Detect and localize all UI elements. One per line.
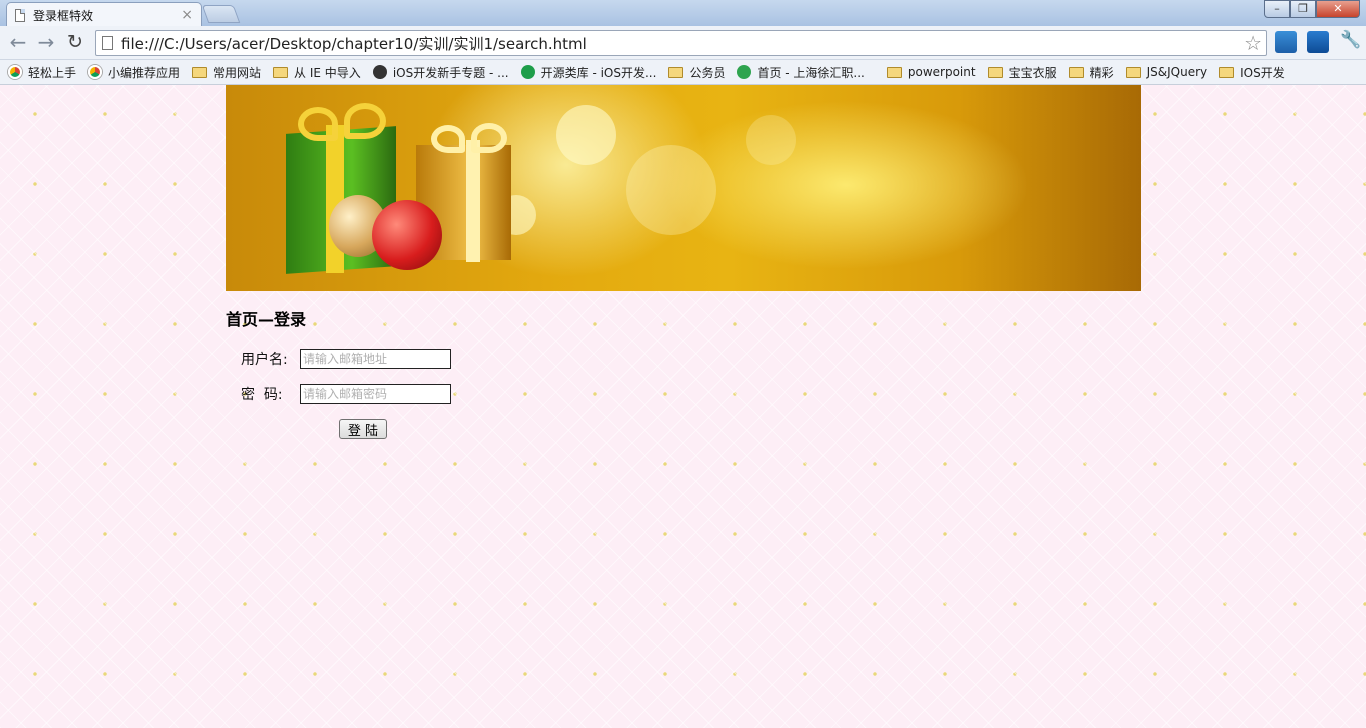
- tab-close-icon[interactable]: ×: [181, 8, 193, 22]
- folder-icon: [668, 66, 684, 78]
- gift-bow: [471, 123, 507, 153]
- bookmark-item[interactable]: 首页 - 上海徐汇职...: [737, 64, 865, 81]
- bookmark-folder[interactable]: 宝宝衣服: [987, 64, 1057, 81]
- forward-arrow-icon[interactable]: →: [34, 30, 58, 54]
- bookmark-star-icon[interactable]: ☆: [1244, 31, 1262, 55]
- browser-toolbar: ← → ↻ file:///C:/Users/acer/Desktop/chap…: [0, 26, 1366, 60]
- password-label: 密 码:: [241, 387, 283, 403]
- extension-translate-icon[interactable]: [1307, 31, 1329, 53]
- github-icon: [372, 65, 387, 79]
- window-titlebar: 登录框特效 × – ❐ ✕: [0, 0, 1366, 27]
- page-title: 首页—登录: [226, 310, 307, 329]
- chrome-icon: [88, 65, 103, 79]
- bookmark-folder[interactable]: JS&JQuery: [1125, 65, 1207, 79]
- bookmark-folder[interactable]: IOS开发: [1219, 64, 1285, 81]
- password-row: 密 码:: [241, 384, 451, 404]
- new-tab-button[interactable]: [201, 5, 241, 23]
- gift-bow: [298, 107, 338, 141]
- folder-icon: [273, 66, 289, 78]
- address-bar[interactable]: file:///C:/Users/acer/Desktop/chapter10/…: [95, 30, 1267, 56]
- bookmark-item[interactable]: 轻松上手: [8, 64, 76, 81]
- bookmark-item[interactable]: iOS开发新手专题 - ...: [372, 64, 509, 81]
- bookmark-folder[interactable]: 精彩: [1068, 64, 1114, 81]
- bookmark-folder[interactable]: 从 IE 中导入: [273, 64, 361, 81]
- red-ornament: [372, 200, 442, 270]
- username-input[interactable]: [300, 349, 451, 369]
- bookmark-folder[interactable]: 公务员: [668, 64, 725, 81]
- bookmark-folder[interactable]: powerpoint: [886, 65, 976, 79]
- window-controls: – ❐ ✕: [1264, 0, 1360, 18]
- bookmark-folder[interactable]: 常用网站: [192, 64, 261, 81]
- chrome-icon: [8, 65, 22, 79]
- page-icon: [102, 36, 113, 50]
- bokeh-light: [556, 105, 616, 165]
- bokeh-light: [746, 115, 796, 165]
- gift-bow: [344, 103, 386, 139]
- password-input[interactable]: [300, 384, 451, 404]
- tab-title: 登录框特效: [33, 8, 94, 23]
- bookmarks-bar: 轻松上手 小编推荐应用 常用网站 从 IE 中导入 iOS开发新手专题 - ..…: [0, 60, 1366, 85]
- username-label: 用户名:: [241, 352, 288, 368]
- extension-screenshot-icon[interactable]: [1275, 31, 1297, 53]
- bookmark-item[interactable]: 小编推荐应用: [88, 64, 180, 81]
- christmas-gift-banner: [226, 85, 1141, 291]
- bookmark-item[interactable]: 开源类库 - iOS开发...: [520, 64, 656, 81]
- page-content: 首页—登录 用户名: 密 码: 登 陆: [0, 85, 1366, 728]
- page-icon: [15, 8, 25, 22]
- login-button[interactable]: 登 陆: [339, 419, 387, 439]
- ie-icon: [737, 65, 752, 79]
- bokeh-light: [626, 145, 716, 235]
- tab-active[interactable]: 登录框特效 ×: [6, 2, 202, 27]
- folder-icon: [1068, 66, 1084, 78]
- close-window-button[interactable]: ✕: [1316, 0, 1360, 18]
- folder-icon: [192, 66, 208, 78]
- gift-bow: [431, 125, 465, 153]
- back-arrow-icon[interactable]: ←: [6, 30, 30, 54]
- maximize-button[interactable]: ❐: [1290, 0, 1316, 18]
- folder-icon: [987, 66, 1003, 78]
- username-row: 用户名:: [241, 349, 451, 369]
- folder-icon: [886, 66, 902, 78]
- folder-icon: [1125, 66, 1141, 78]
- folder-icon: [1219, 66, 1235, 78]
- site-icon: [520, 65, 535, 79]
- gift-ribbon: [466, 140, 480, 262]
- wrench-menu-icon[interactable]: 🔧: [1340, 30, 1361, 50]
- url-text[interactable]: file:///C:/Users/acer/Desktop/chapter10/…: [121, 33, 1244, 54]
- reload-icon[interactable]: ↻: [63, 30, 87, 54]
- minimize-button[interactable]: –: [1264, 0, 1290, 18]
